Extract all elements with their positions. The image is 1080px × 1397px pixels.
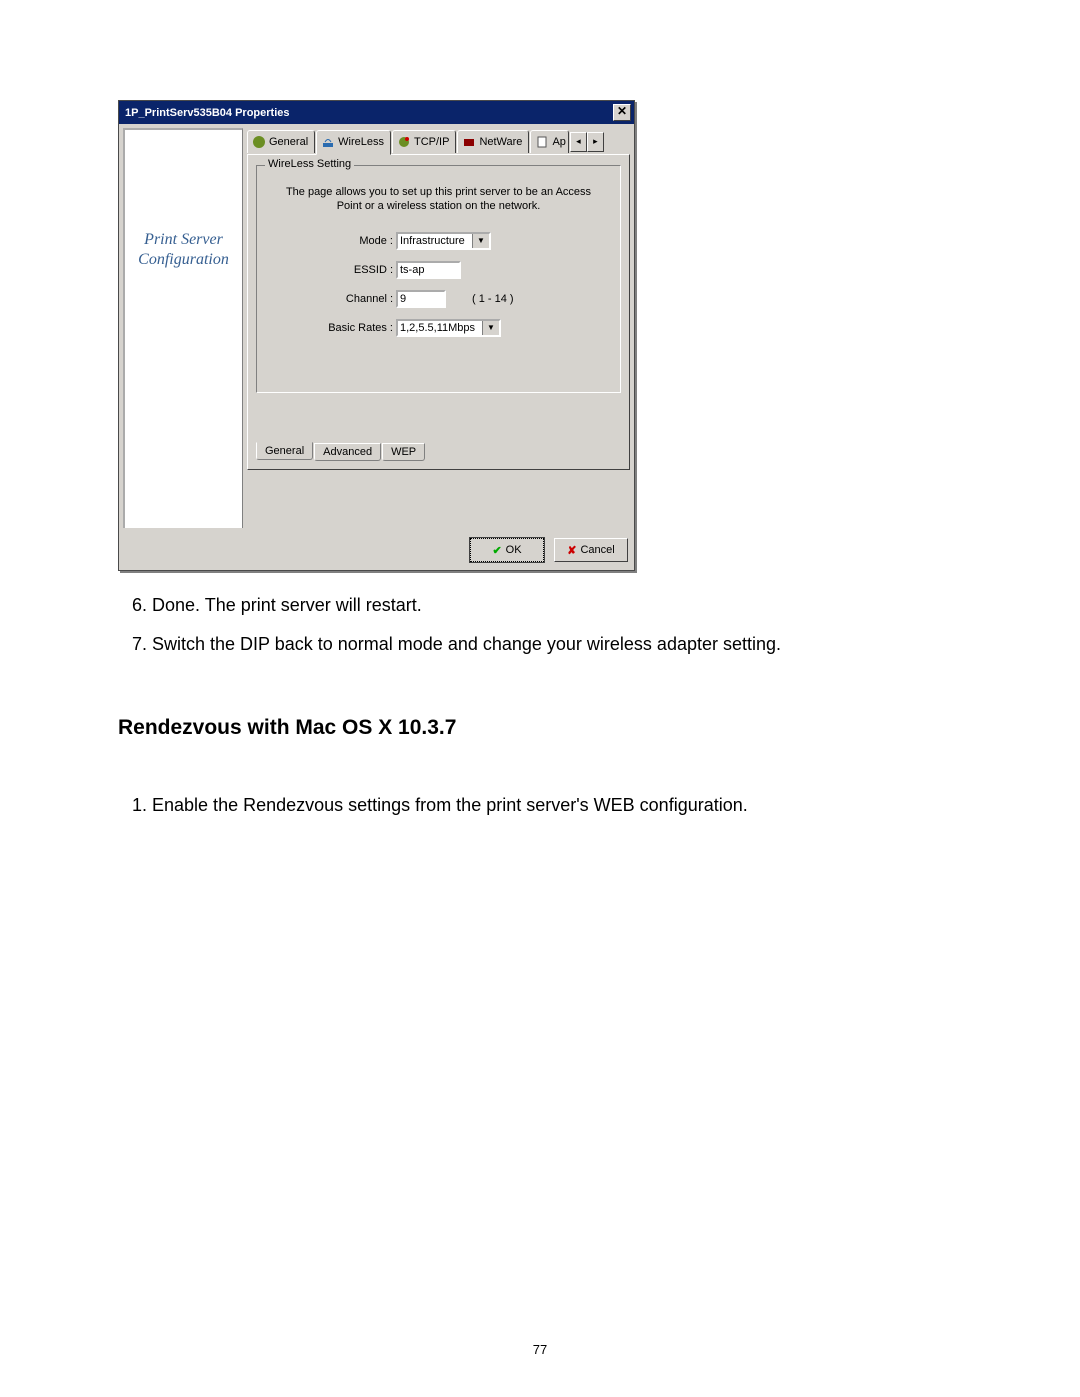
tab-page-wireless: WireLess Setting The page allows you to …	[247, 154, 630, 470]
groupbox-hint: The page allows you to set up this print…	[277, 186, 600, 214]
tab-wireless-label: WireLess	[338, 136, 384, 148]
tab-scroll-left[interactable]: ◂	[570, 132, 587, 152]
page-icon	[535, 135, 549, 149]
rates-value: 1,2,5.5,11Mbps	[400, 322, 475, 334]
tab-apple[interactable]: Ap	[530, 130, 568, 153]
sub-tab-strip: General Advanced WEP	[256, 443, 426, 461]
globe-icon	[252, 135, 266, 149]
essid-value: ts-ap	[400, 264, 424, 276]
tab-tcpip-label: TCP/IP	[414, 136, 449, 148]
step-7: 7. Switch the DIP back to normal mode an…	[118, 632, 962, 657]
tab-apple-label: Ap	[552, 136, 565, 148]
sub-tab-general[interactable]: General	[256, 442, 313, 460]
channel-label: Channel :	[267, 293, 396, 305]
step-6: 6. Done. The print server will restart.	[118, 593, 962, 618]
close-icon[interactable]: ✕	[613, 104, 631, 121]
tab-general-label: General	[269, 136, 308, 148]
rates-select[interactable]: 1,2,5.5,11Mbps ▼	[396, 319, 501, 337]
step-1: 1. Enable the Rendezvous settings from t…	[118, 793, 962, 818]
tab-general[interactable]: General	[247, 130, 315, 153]
chevron-down-icon: ▼	[472, 234, 489, 248]
mode-value: Infrastructure	[400, 235, 465, 247]
page-number: 77	[0, 1342, 1080, 1357]
sidebar-line2: Configuration	[138, 251, 229, 268]
channel-input[interactable]: 9	[396, 290, 446, 308]
titlebar-text: 1P_PrintServ535B04 Properties	[125, 107, 611, 119]
tab-strip: General WireLess TCP/IP	[247, 129, 630, 154]
tab-netware-label: NetWare	[479, 136, 522, 148]
essid-input[interactable]: ts-ap	[396, 261, 461, 279]
titlebar[interactable]: 1P_PrintServ535B04 Properties ✕	[119, 101, 634, 124]
cancel-label: Cancel	[580, 544, 614, 556]
ok-label: OK	[506, 544, 522, 556]
document-body: 6. Done. The print server will restart. …	[118, 593, 962, 818]
check-icon: ✔	[492, 544, 501, 557]
section-heading: Rendezvous with Mac OS X 10.3.7	[118, 713, 962, 742]
sidebar-title: Print Server Configuration	[125, 230, 242, 270]
wireless-groupbox: WireLess Setting The page allows you to …	[256, 165, 621, 393]
channel-range: ( 1 - 14 )	[472, 293, 514, 305]
x-icon: ✘	[567, 544, 576, 557]
mode-select[interactable]: Infrastructure ▼	[396, 232, 491, 250]
tab-wireless[interactable]: WireLess	[316, 130, 391, 155]
chevron-down-icon: ▼	[482, 321, 499, 335]
sidebar-line1: Print Server	[144, 231, 223, 248]
groupbox-legend: WireLess Setting	[265, 158, 354, 170]
rates-label: Basic Rates :	[267, 322, 396, 334]
mode-label: Mode :	[267, 235, 396, 247]
wireless-icon	[321, 135, 335, 149]
tab-netware[interactable]: NetWare	[457, 130, 529, 153]
ok-button[interactable]: ✔ OK	[470, 538, 544, 562]
channel-value: 9	[400, 293, 406, 305]
sub-tab-wep[interactable]: WEP	[382, 443, 425, 461]
properties-dialog: 1P_PrintServ535B04 Properties ✕ Print Se…	[118, 100, 635, 571]
netware-icon	[462, 135, 476, 149]
essid-label: ESSID :	[267, 264, 396, 276]
tab-scroll-right[interactable]: ▸	[587, 132, 604, 152]
cancel-button[interactable]: ✘ Cancel	[554, 538, 628, 562]
dialog-button-row: ✔ OK ✘ Cancel	[119, 532, 634, 570]
tcpip-icon	[397, 135, 411, 149]
tab-tcpip[interactable]: TCP/IP	[392, 130, 456, 153]
sidebar-panel: Print Server Configuration	[123, 128, 243, 528]
sub-tab-advanced[interactable]: Advanced	[314, 443, 381, 461]
